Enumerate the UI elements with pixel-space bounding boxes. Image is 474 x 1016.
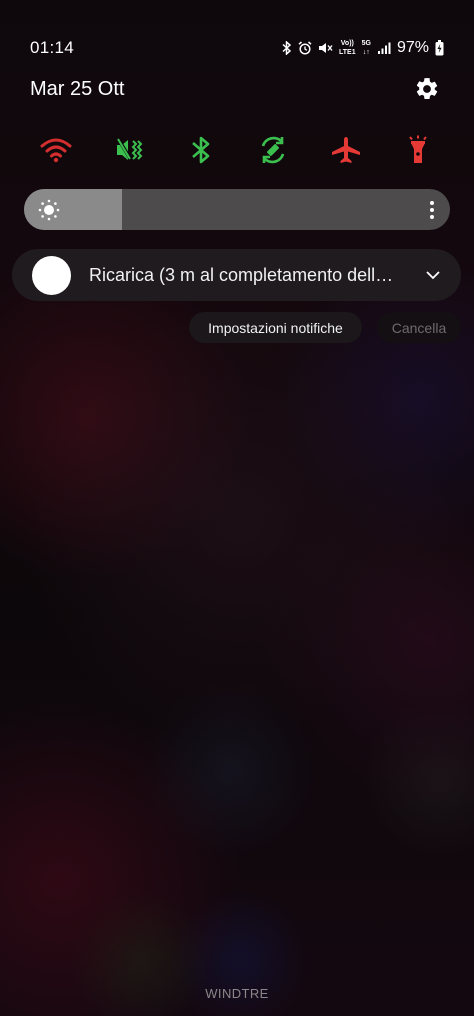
notification-app-icon <box>32 256 71 295</box>
bluetooth-toggle[interactable] <box>179 130 223 170</box>
sound-mode-toggle[interactable] <box>107 130 151 170</box>
clear-button[interactable]: Cancella <box>377 312 461 343</box>
wifi-icon <box>40 138 72 163</box>
system-icons: Vo)) LTE1 5G ↓↑ 97% <box>282 38 444 58</box>
sun-icon <box>38 199 60 221</box>
signal-icon <box>377 41 391 55</box>
notification-title: Ricarica (3 m al completamento dell… <box>89 265 394 285</box>
status-bar: 01:14 Vo)) LTE1 5G ↓↑ 97% <box>30 38 444 58</box>
airplane-icon <box>332 137 360 163</box>
clock: 01:14 <box>30 38 75 57</box>
notification-settings-button[interactable]: Impostazioni notifiche <box>189 312 362 343</box>
carrier-label: WINDTRE <box>205 986 269 1001</box>
wifi-toggle[interactable] <box>34 130 78 170</box>
auto-rotate-icon <box>261 136 285 164</box>
date-label: Mar 25 Ott <box>30 78 125 100</box>
bluetooth-status-icon <box>282 41 292 55</box>
flashlight-icon <box>409 135 427 163</box>
airplane-mode-toggle[interactable] <box>324 130 368 170</box>
battery-charging-icon <box>435 40 444 56</box>
quick-settings <box>34 130 444 170</box>
alarm-icon <box>298 41 312 55</box>
chevron-down-icon[interactable] <box>425 267 441 283</box>
vibrate-icon <box>117 138 143 161</box>
5g-icon: 5G ↓↑ <box>361 40 371 56</box>
charging-notification[interactable]: Ricarica (3 m al completamento dell… <box>12 249 461 301</box>
battery-percent: 97% <box>396 39 429 56</box>
gear-icon[interactable] <box>414 76 440 102</box>
mute-icon <box>318 41 333 55</box>
flashlight-toggle[interactable] <box>396 130 440 170</box>
volte-icon: Vo)) LTE1 <box>339 40 356 56</box>
auto-rotate-toggle[interactable] <box>251 130 295 170</box>
more-options-icon[interactable] <box>428 199 436 221</box>
brightness-slider[interactable] <box>24 189 450 230</box>
bluetooth-icon <box>192 136 210 164</box>
